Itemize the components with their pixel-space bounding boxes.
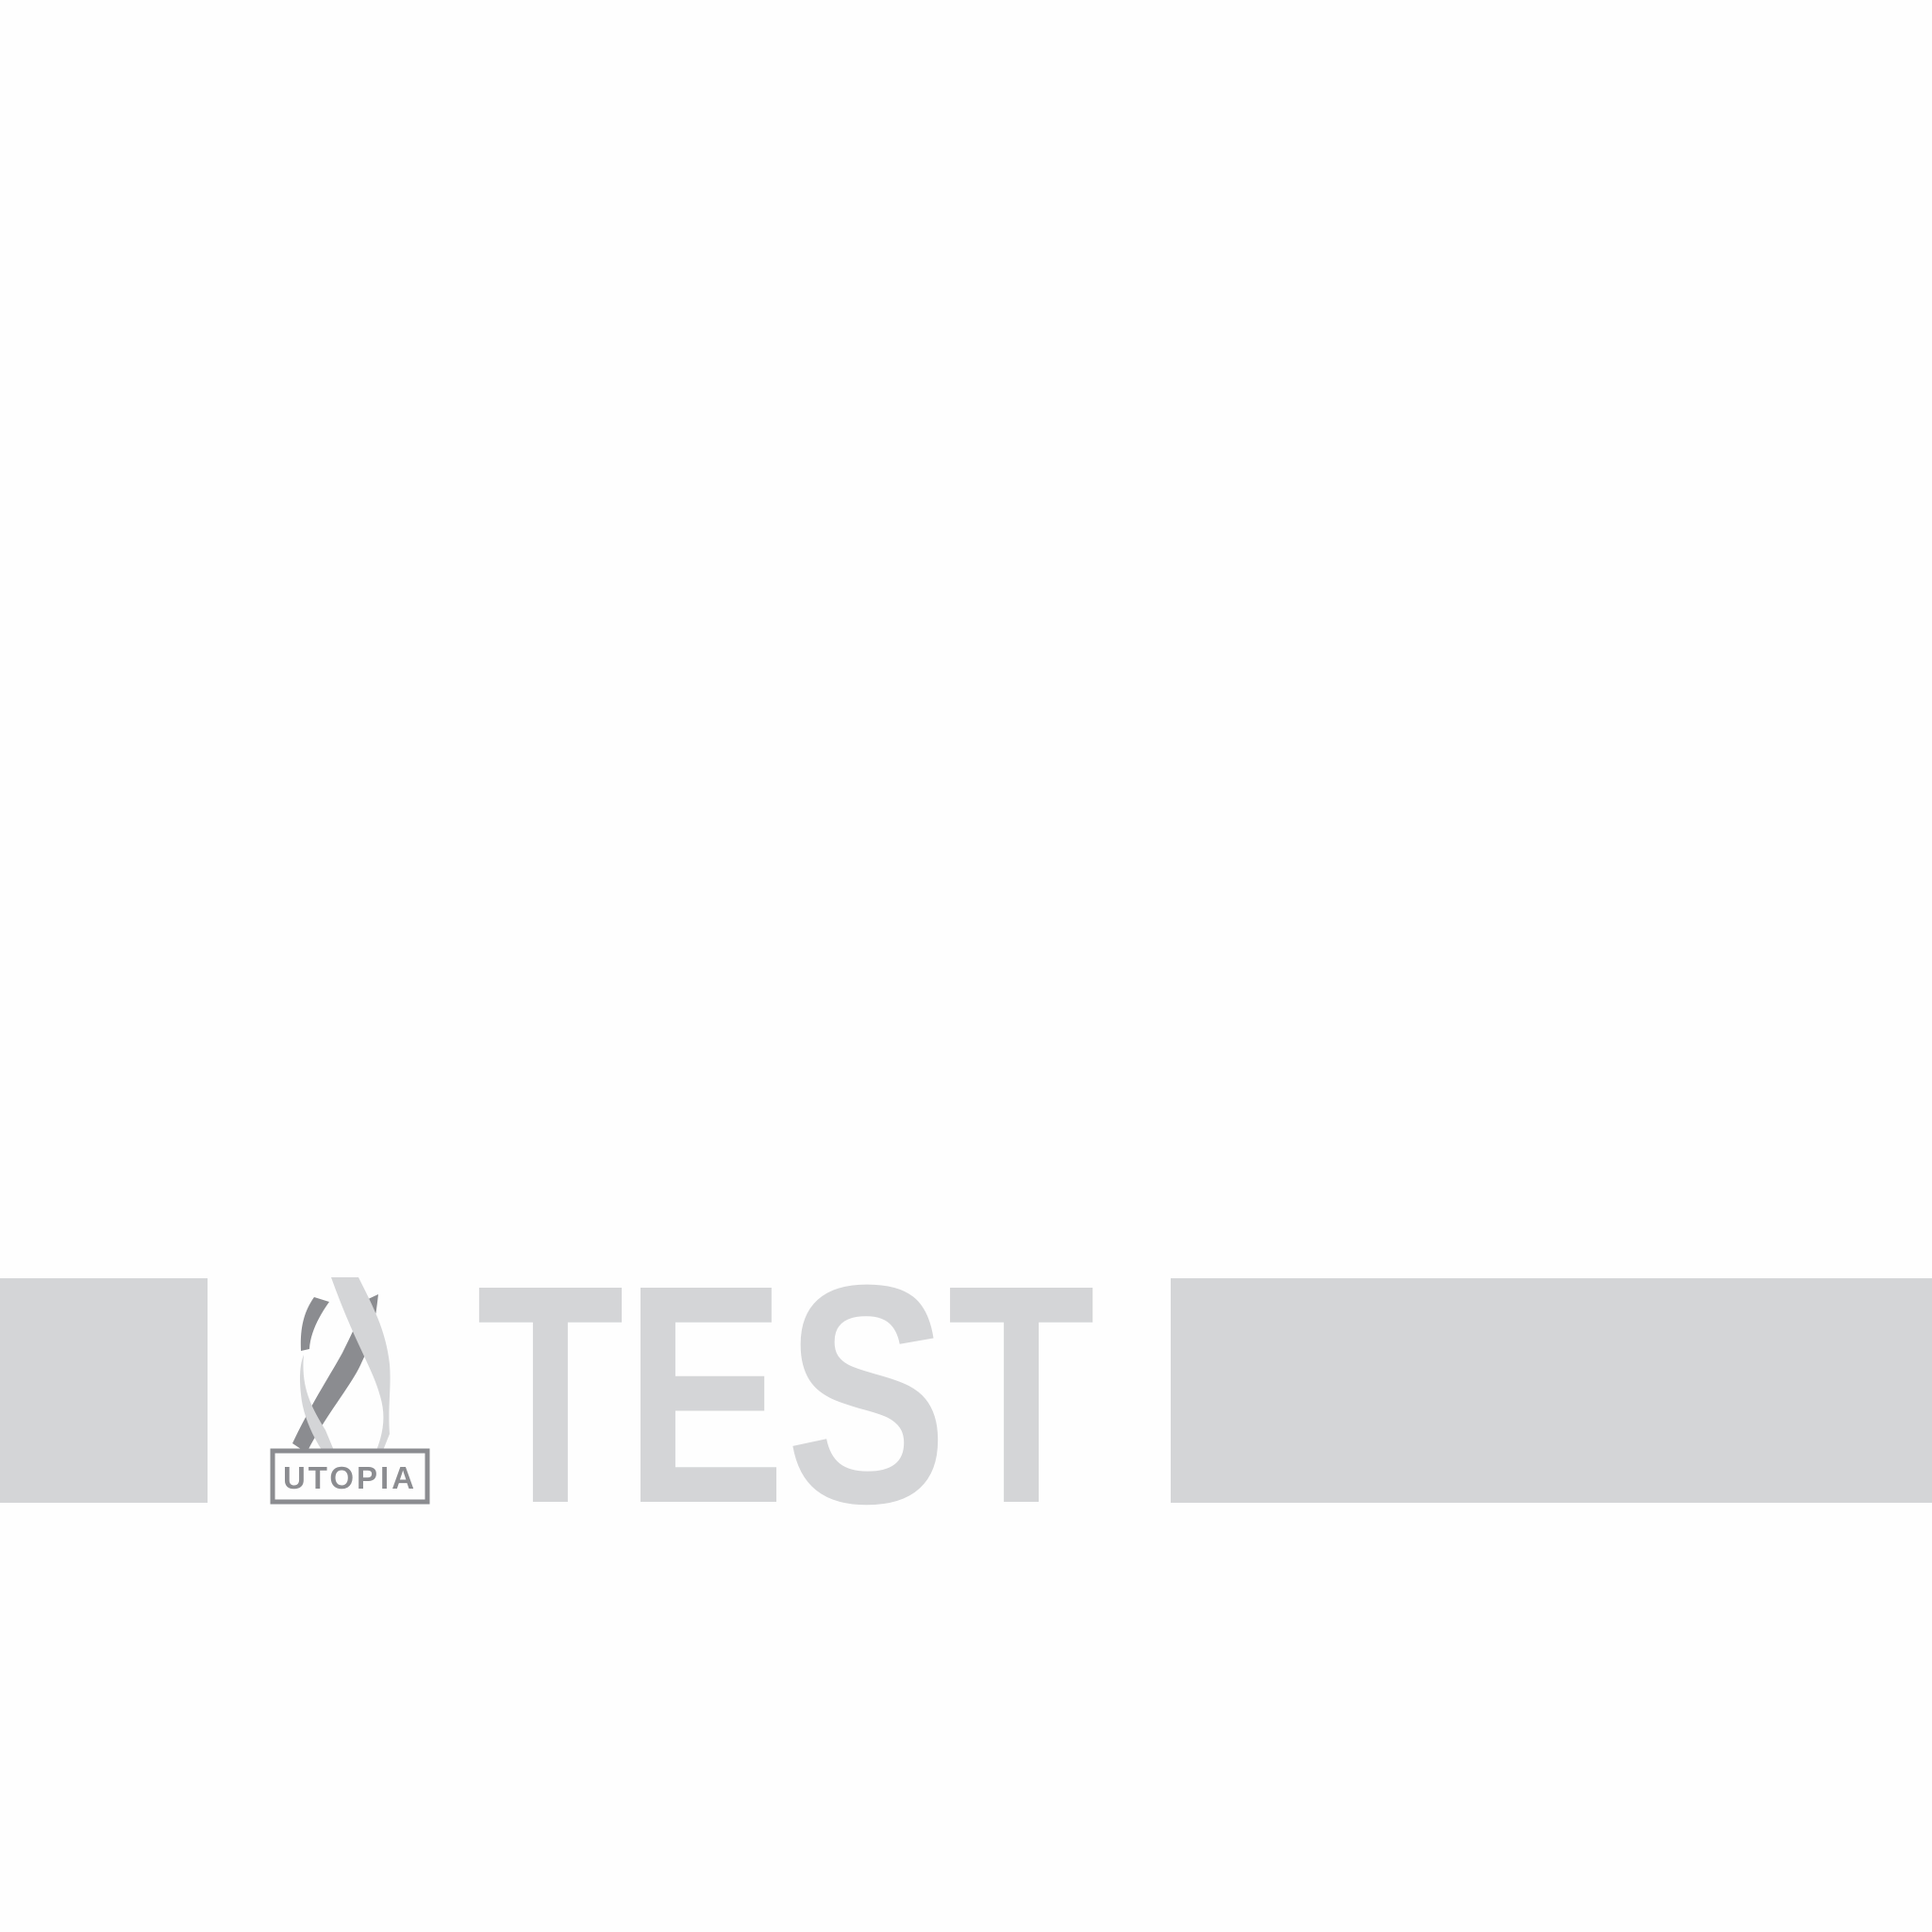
logo-wordmark: UTOPIA <box>283 1460 417 1495</box>
utopia-logo: UTOPIA <box>269 1274 439 1507</box>
page: UTOPIA TEST <box>0 0 1932 1932</box>
left-banner-bar <box>0 1278 208 1503</box>
headline: TEST <box>476 1273 1095 1508</box>
headline-text: TEST <box>476 1273 1095 1508</box>
right-banner-bar <box>1171 1278 1932 1503</box>
ribbon-x-emblem-icon: UTOPIA <box>270 1277 430 1505</box>
